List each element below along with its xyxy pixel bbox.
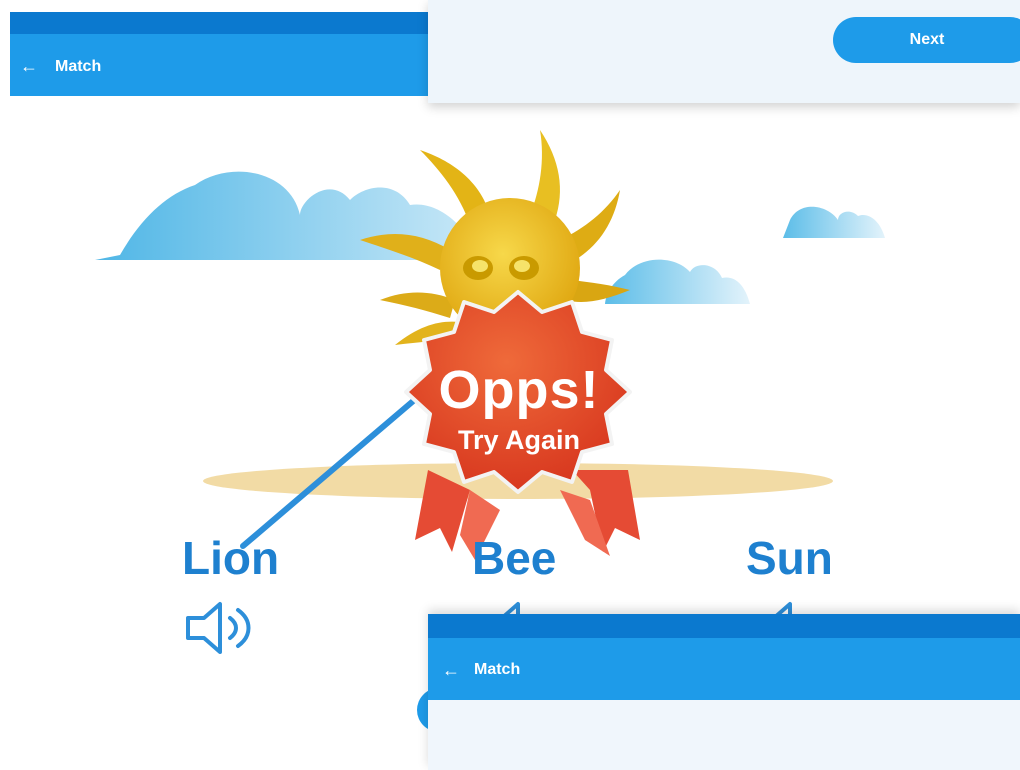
cloud-middle bbox=[605, 259, 750, 304]
speaker-icon[interactable] bbox=[180, 598, 264, 658]
word-lion[interactable]: Lion bbox=[182, 533, 279, 583]
next-button[interactable]: Next bbox=[833, 17, 1020, 63]
cloud-right-small bbox=[783, 206, 885, 238]
try-again-text: Try Again bbox=[457, 425, 581, 455]
back-arrow-icon[interactable]: ← bbox=[442, 660, 460, 680]
app-bar-title-secondary: Match bbox=[474, 661, 521, 678]
word-sun[interactable]: Sun bbox=[746, 533, 833, 583]
word-bee[interactable]: Bee bbox=[472, 533, 556, 583]
oops-headline: Opps! bbox=[438, 360, 600, 420]
status-bar-secondary bbox=[428, 614, 1020, 638]
